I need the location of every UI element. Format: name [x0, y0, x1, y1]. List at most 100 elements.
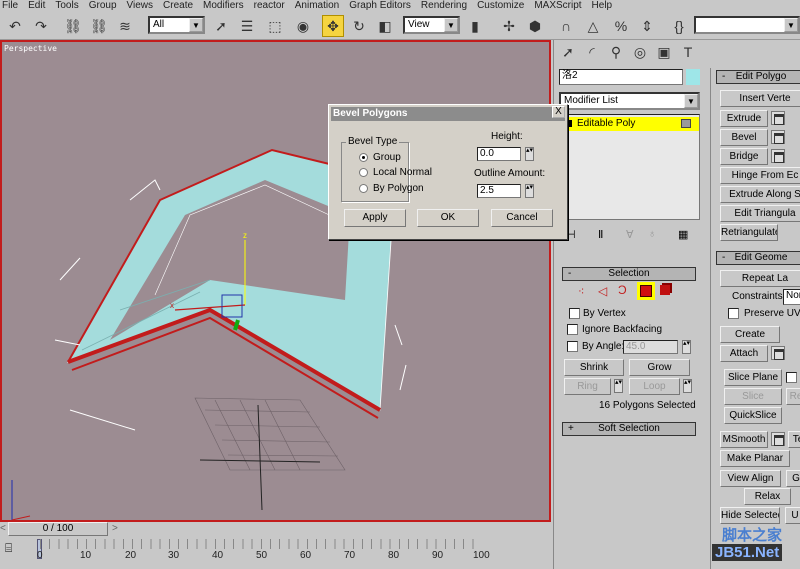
menu-graph-editors[interactable]: Graph Editors	[349, 0, 411, 12]
by-vertex-checkbox[interactable]	[569, 308, 580, 319]
track-bar[interactable]: ⌸ 0 10 20 30 40 50 60 70 80 90 100	[0, 537, 555, 569]
menu-maxscript[interactable]: MAXScript	[534, 0, 581, 12]
named-selection-set-dropdown[interactable]: ▼	[694, 16, 800, 34]
menu-reactor[interactable]: reactor	[254, 0, 285, 12]
outline-amount-spinner[interactable]: ▴▾	[525, 184, 534, 198]
height-input[interactable]: 0.0	[477, 147, 521, 161]
outline-amount-input[interactable]: 2.5	[477, 184, 521, 198]
by-angle-checkbox[interactable]	[567, 341, 578, 352]
msmooth-button[interactable]: MSmooth	[720, 431, 768, 448]
shrink-button[interactable]: Shrink	[564, 359, 624, 376]
object-color-swatch[interactable]	[686, 69, 700, 85]
menu-create[interactable]: Create	[163, 0, 193, 12]
rectangular-selection-icon[interactable]: ⬚	[264, 15, 286, 37]
hierarchy-tab-icon[interactable]: ⚲	[606, 43, 626, 61]
constraints-dropdown[interactable]: Nor	[783, 289, 800, 305]
modify-tab-icon[interactable]: ◜	[582, 43, 602, 61]
edit-triangulation-button[interactable]: Edit Triangula	[720, 205, 800, 222]
relax-button[interactable]: Relax	[744, 488, 791, 505]
edit-geometry-rollout-header[interactable]: - Edit Geome	[716, 251, 800, 265]
loop-spinner[interactable]: ▴▾	[683, 379, 692, 393]
display-tab-icon[interactable]: ▣	[654, 43, 674, 61]
grid-align-button[interactable]: G	[786, 470, 800, 487]
local-normal-radio[interactable]	[359, 168, 368, 177]
utilities-tab-icon[interactable]: T	[678, 43, 698, 61]
reference-coordinate-dropdown[interactable]: View ▼	[403, 16, 460, 34]
stack-item-editable-poly[interactable]: Editable Poly	[563, 117, 699, 131]
unhide-all-button[interactable]: U	[785, 507, 800, 524]
menu-edit[interactable]: Edit	[28, 0, 45, 12]
edit-named-selection-icon[interactable]: {}	[668, 15, 690, 37]
time-next-button[interactable]: >	[112, 523, 118, 534]
menu-rendering[interactable]: Rendering	[421, 0, 467, 12]
menu-animation[interactable]: Animation	[295, 0, 339, 12]
remove-modifier-icon[interactable]: ♁	[648, 228, 656, 240]
spinner-snap-icon[interactable]: ⇕	[636, 15, 658, 37]
by-polygon-radio[interactable]	[359, 184, 368, 193]
menu-views[interactable]: Views	[127, 0, 154, 12]
curve-editor-icon[interactable]: ⌸	[5, 541, 12, 556]
select-and-link-icon[interactable]: ⛓	[62, 15, 84, 37]
menu-modifiers[interactable]: Modifiers	[203, 0, 244, 12]
hinge-from-edge-button[interactable]: Hinge From Ec	[720, 167, 800, 184]
snaps-toggle-icon[interactable]: ∩	[555, 15, 577, 37]
select-and-move-icon[interactable]: ✥	[322, 15, 344, 37]
attach-button[interactable]: Attach	[720, 345, 768, 362]
keyboard-shortcut-override-icon[interactable]: ⬢	[524, 15, 546, 37]
by-angle-spinner[interactable]: ▴▾	[682, 340, 691, 354]
make-planar-button[interactable]: Make Planar	[720, 450, 790, 467]
insert-vertex-button[interactable]: Insert Verte	[720, 90, 800, 107]
selection-filter-dropdown[interactable]: All ▼	[148, 16, 205, 34]
select-and-manipulate-icon[interactable]: ✢	[498, 15, 520, 37]
bridge-button[interactable]: Bridge	[720, 148, 768, 165]
split-checkbox[interactable]	[786, 372, 797, 383]
angle-snap-icon[interactable]: △	[582, 15, 604, 37]
element-mode-icon[interactable]	[660, 285, 670, 295]
window-crossing-icon[interactable]: ◉	[292, 15, 314, 37]
polygon-mode-icon[interactable]	[637, 282, 655, 300]
ignore-backfacing-checkbox[interactable]	[567, 324, 578, 335]
repeat-last-button[interactable]: Repeat La	[720, 270, 800, 287]
ring-button[interactable]: Ring	[564, 378, 611, 395]
loop-button[interactable]: Loop	[629, 378, 680, 395]
quickslice-button[interactable]: QuickSlice	[724, 407, 782, 424]
soft-selection-rollout-header[interactable]: + Soft Selection	[562, 422, 696, 436]
select-by-name-icon[interactable]: ☰	[236, 15, 258, 37]
show-end-result-icon[interactable]: Ⅱ	[598, 228, 603, 241]
time-slider[interactable]: < 0 / 100 >	[0, 522, 551, 537]
ok-button[interactable]: OK	[417, 209, 479, 227]
dialog-title-bar[interactable]: Bevel Polygons	[331, 107, 565, 121]
height-spinner[interactable]: ▴▾	[525, 147, 534, 161]
edit-polygons-rollout-header[interactable]: - Edit Polygo	[716, 70, 800, 84]
menu-help[interactable]: Help	[592, 0, 613, 12]
percent-snap-icon[interactable]: %	[610, 15, 632, 37]
extrude-button[interactable]: Extrude	[720, 110, 768, 127]
modifier-list-dropdown[interactable]: Modifier List ▼	[559, 92, 700, 110]
unlink-icon[interactable]: ⛓	[88, 15, 110, 37]
menu-group[interactable]: Group	[89, 0, 117, 12]
bridge-settings-icon[interactable]	[771, 149, 785, 163]
group-radio[interactable]	[359, 153, 368, 162]
slice-button[interactable]: Slice	[724, 388, 782, 405]
configure-modifier-sets-icon[interactable]: ▦	[678, 228, 688, 241]
apply-button[interactable]: Apply	[344, 209, 406, 227]
time-prev-button[interactable]: <	[0, 523, 6, 534]
view-align-button[interactable]: View Align	[720, 470, 781, 487]
stack-item-toggle-icon[interactable]	[681, 119, 691, 128]
create-tab-icon[interactable]: ➚	[558, 43, 578, 61]
create-button[interactable]: Create	[720, 326, 780, 343]
reset-plane-button[interactable]: Re	[786, 388, 800, 405]
selection-rollout-header[interactable]: - Selection	[562, 267, 696, 281]
grow-button[interactable]: Grow	[629, 359, 690, 376]
undo-icon[interactable]: ↶	[4, 15, 26, 37]
by-angle-input[interactable]: 45.0	[623, 340, 678, 354]
pivot-center-icon[interactable]: ▮	[464, 15, 486, 37]
menu-customize[interactable]: Customize	[477, 0, 524, 12]
slice-plane-button[interactable]: Slice Plane	[724, 369, 782, 386]
close-button[interactable]: X	[552, 106, 565, 118]
ring-spinner[interactable]: ▴▾	[614, 379, 623, 393]
bevel-settings-icon[interactable]	[771, 130, 785, 144]
select-object-icon[interactable]: ➚	[210, 15, 232, 37]
retriangulate-button[interactable]: Retriangulate	[720, 224, 778, 241]
hide-selected-button[interactable]: Hide Selected	[720, 507, 780, 524]
